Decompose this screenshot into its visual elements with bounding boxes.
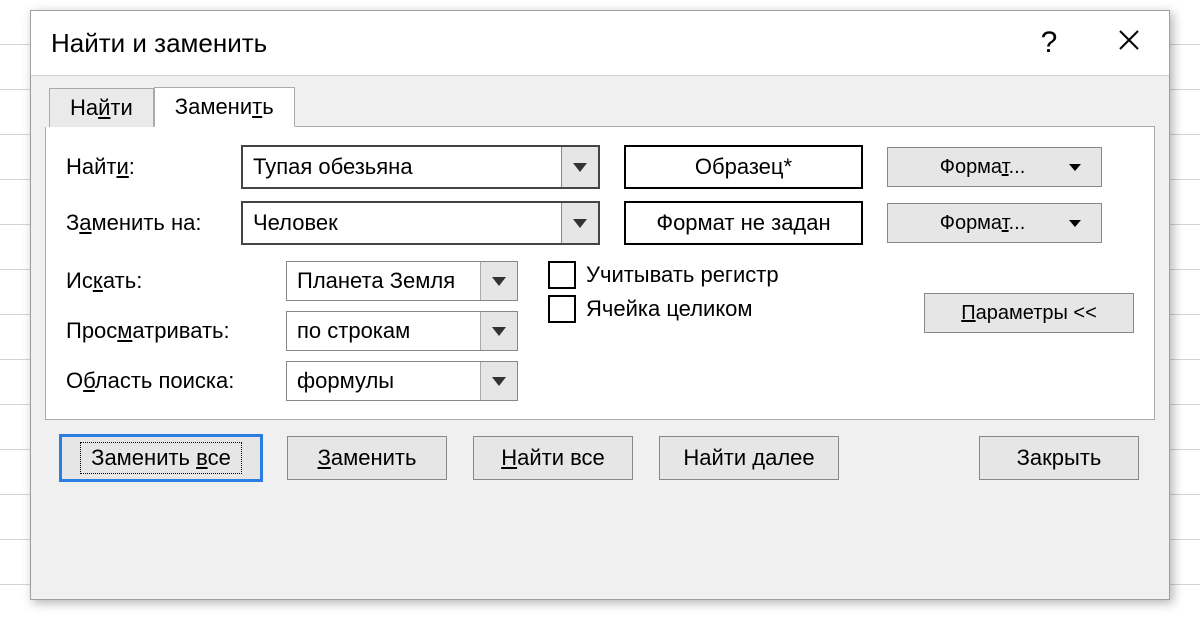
find-replace-dialog: Найти и заменить ? Найти Заменить Найти:… — [30, 10, 1170, 600]
replace-all-label: Заменить все — [80, 442, 242, 474]
look-in-value: формулы — [287, 362, 480, 400]
find-format-preview: Образец* — [624, 145, 863, 189]
find-next-label: Найти далее — [683, 445, 814, 471]
replace-all-button[interactable]: Заменить все — [61, 436, 261, 480]
replace-format-button-label: Формат... — [902, 212, 1063, 235]
close-icon — [1117, 26, 1141, 60]
chevron-down-icon — [492, 377, 506, 386]
find-format-button[interactable]: Формат... — [887, 147, 1102, 187]
look-in-dropdown[interactable] — [480, 362, 517, 400]
replace-with-value: Человек — [243, 203, 561, 243]
replace-format-split[interactable] — [1063, 204, 1087, 242]
find-what-dropdown[interactable] — [561, 147, 598, 187]
look-in-label: Область поиска: — [66, 368, 286, 394]
chevron-down-icon — [492, 277, 506, 286]
find-all-label: Найти все — [501, 445, 605, 471]
find-what-input[interactable]: Тупая обезьяна — [241, 145, 600, 189]
chevron-down-icon — [492, 327, 506, 336]
tab-row: Найти Заменить — [49, 82, 1155, 127]
look-by-dropdown[interactable] — [480, 312, 517, 350]
search-in-select[interactable]: Планета Земля — [286, 261, 518, 301]
help-button[interactable]: ? — [1009, 11, 1089, 75]
close-dialog-button[interactable]: Закрыть — [979, 436, 1139, 480]
replace-button-label: Заменить — [318, 445, 417, 471]
close-button[interactable] — [1089, 11, 1169, 75]
options-toggle-button[interactable]: Параметры << — [924, 293, 1134, 333]
look-by-label: Просматривать: — [66, 318, 286, 344]
search-in-label: Искать: — [66, 268, 286, 294]
find-all-button[interactable]: Найти все — [473, 436, 633, 480]
replace-button[interactable]: Заменить — [287, 436, 447, 480]
look-in-select[interactable]: формулы — [286, 361, 518, 401]
tab-panel: Найти: Тупая обезьяна Образец* Формат...… — [45, 127, 1155, 420]
find-what-value: Тупая обезьяна — [243, 147, 561, 187]
tab-replace[interactable]: Заменить — [154, 87, 295, 127]
match-case-checkbox[interactable]: Учитывать регистр — [548, 261, 1134, 289]
search-in-value: Планета Земля — [287, 262, 480, 300]
close-dialog-label: Закрыть — [1017, 445, 1102, 471]
find-next-button[interactable]: Найти далее — [659, 436, 839, 480]
titlebar: Найти и заменить ? — [31, 11, 1169, 76]
replace-with-label: Заменить на: — [66, 210, 241, 236]
options-toggle-label: Параметры << — [961, 302, 1097, 325]
chevron-down-icon — [573, 219, 587, 228]
look-by-value: по строкам — [287, 312, 480, 350]
help-icon: ? — [1041, 26, 1058, 60]
caret-down-icon — [1069, 164, 1081, 171]
tab-find-label: Найти — [70, 95, 133, 120]
tab-replace-label: Заменить — [175, 94, 274, 119]
find-format-split[interactable] — [1063, 148, 1087, 186]
search-in-dropdown[interactable] — [480, 262, 517, 300]
match-case-label: Учитывать регистр — [586, 262, 779, 288]
look-by-select[interactable]: по строкам — [286, 311, 518, 351]
checkbox-icon — [548, 295, 576, 323]
chevron-down-icon — [573, 163, 587, 172]
replace-format-preview: Формат не задан — [624, 201, 863, 245]
caret-down-icon — [1069, 220, 1081, 227]
find-format-button-label: Формат... — [902, 156, 1063, 179]
replace-with-dropdown[interactable] — [561, 203, 598, 243]
find-what-label: Найти: — [66, 154, 241, 180]
dialog-title: Найти и заменить — [51, 28, 267, 59]
tab-find[interactable]: Найти — [49, 88, 154, 127]
replace-format-button[interactable]: Формат... — [887, 203, 1102, 243]
checkbox-icon — [548, 261, 576, 289]
replace-with-input[interactable]: Человек — [241, 201, 600, 245]
whole-cell-label: Ячейка целиком — [586, 296, 753, 322]
dialog-footer: Заменить все Заменить Найти все Найти да… — [45, 420, 1155, 480]
